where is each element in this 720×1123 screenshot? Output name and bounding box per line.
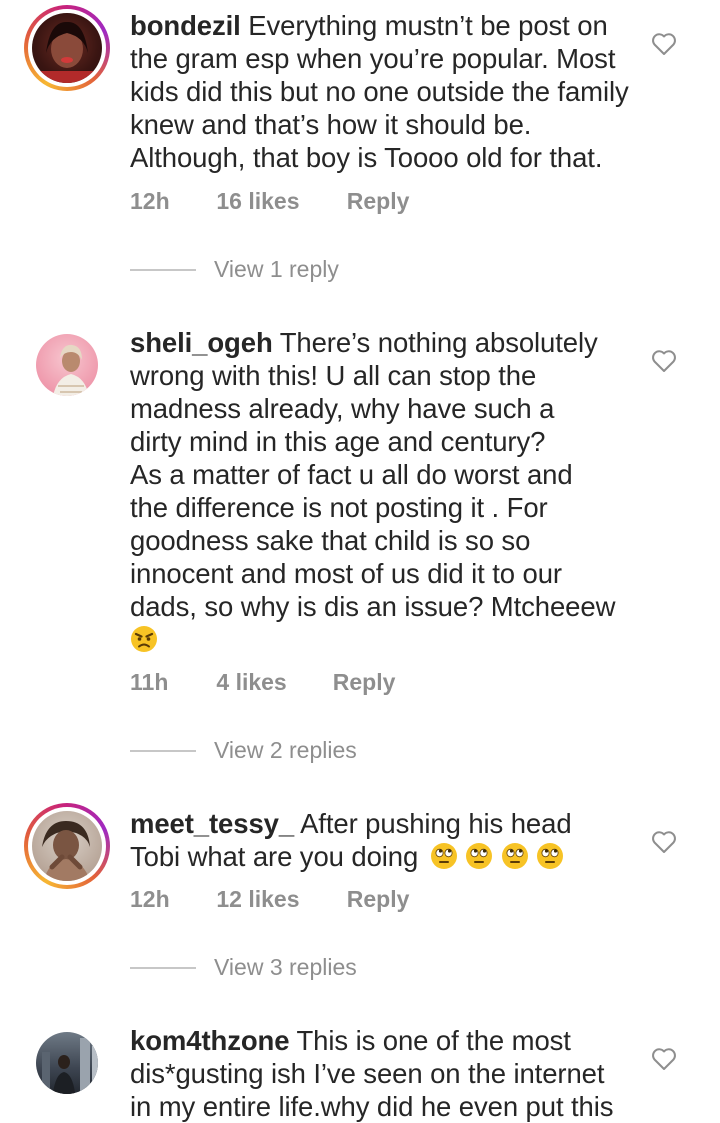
view-replies-label: View 3 replies xyxy=(214,954,357,980)
view-replies-label: View 2 replies xyxy=(214,737,357,763)
comment-line: dirty mind in this age and century? xyxy=(130,426,546,457)
rolling-eyes-face-icon xyxy=(537,843,564,869)
comment-line: After pushing his head xyxy=(300,808,572,839)
comment-line: As a matter of fact u all do worst and xyxy=(130,459,573,490)
rolling-eyes-face-icon xyxy=(466,843,493,869)
comment-likes[interactable]: 12 likes xyxy=(216,886,340,913)
heart-icon[interactable] xyxy=(651,830,677,854)
reply-button[interactable]: Reply xyxy=(333,669,396,696)
comment-meta: 12h 12 likes Reply xyxy=(130,886,409,913)
comment-username[interactable]: meet_tessy_ xyxy=(130,808,294,839)
avatar-bondezil[interactable] xyxy=(24,5,110,91)
comment-time: 12h xyxy=(130,188,170,214)
divider-line xyxy=(130,966,196,969)
divider-line xyxy=(130,268,196,271)
comment-username[interactable]: kom4thzone xyxy=(130,1025,290,1056)
comment-line: There’s nothing absolutely xyxy=(279,327,598,358)
comment-text: kom4thzone This is one of the most dis*g… xyxy=(130,1024,640,1123)
rolling-eyes-face-icon xyxy=(501,843,528,869)
view-replies-label: View 1 reply xyxy=(214,256,339,282)
avatar-meet-tessy[interactable] xyxy=(24,803,110,889)
comment-text: bondezil Everything mustn’t be post on t… xyxy=(130,9,640,174)
comment-likes[interactable]: 4 likes xyxy=(216,669,326,696)
comment-text: meet_tessy_ After pushing his head Tobi … xyxy=(130,807,640,873)
avatar-kom4thzone[interactable] xyxy=(24,1020,110,1106)
rolling-eyes-emoji-group xyxy=(430,841,565,872)
rolling-eyes-face-icon xyxy=(430,843,457,869)
view-replies-button[interactable]: View 1 reply xyxy=(130,256,339,283)
reply-button[interactable]: Reply xyxy=(347,886,410,913)
heart-icon[interactable] xyxy=(651,349,677,373)
avatar-sheli-ogeh[interactable] xyxy=(24,322,110,408)
comment-time: 11h xyxy=(130,669,169,695)
angry-face-icon xyxy=(131,626,157,652)
comment-line: dis*gusting ish I’ve seen on the interne… xyxy=(130,1058,605,1089)
comment-line: innocent and most of us did it to our xyxy=(130,558,562,589)
comment-line: Tobi what are you doing xyxy=(130,841,419,872)
reply-button[interactable]: Reply xyxy=(347,188,410,215)
heart-icon[interactable] xyxy=(651,32,677,56)
heart-icon[interactable] xyxy=(651,1047,677,1071)
comment-line: madness already, why have such a xyxy=(130,393,555,424)
comment-time: 12h xyxy=(130,886,170,912)
view-replies-button[interactable]: View 2 replies xyxy=(130,737,357,764)
comment-text: sheli_ogeh There’s nothing absolutely wr… xyxy=(130,326,640,656)
comment-username[interactable]: bondezil xyxy=(130,10,241,41)
comment-line: in my entire life.why did he even put th… xyxy=(130,1091,614,1122)
comment-line: This is one of the most xyxy=(296,1025,571,1056)
comment-line: goodness sake that child is so so xyxy=(130,525,531,556)
comment-line: the difference is not posting it . For xyxy=(130,492,548,523)
comment-likes[interactable]: 16 likes xyxy=(216,188,340,215)
comment-line: wrong with this! U all can stop the xyxy=(130,360,537,391)
divider-line xyxy=(130,749,196,752)
comment-meta: 12h 16 likes Reply xyxy=(130,188,409,215)
comment-username[interactable]: sheli_ogeh xyxy=(130,327,273,358)
comment-line: dads, so why is dis an issue? Mtcheeew xyxy=(130,591,616,622)
view-replies-button[interactable]: View 3 replies xyxy=(130,954,357,981)
comment-meta: 11h 4 likes Reply xyxy=(130,669,395,696)
